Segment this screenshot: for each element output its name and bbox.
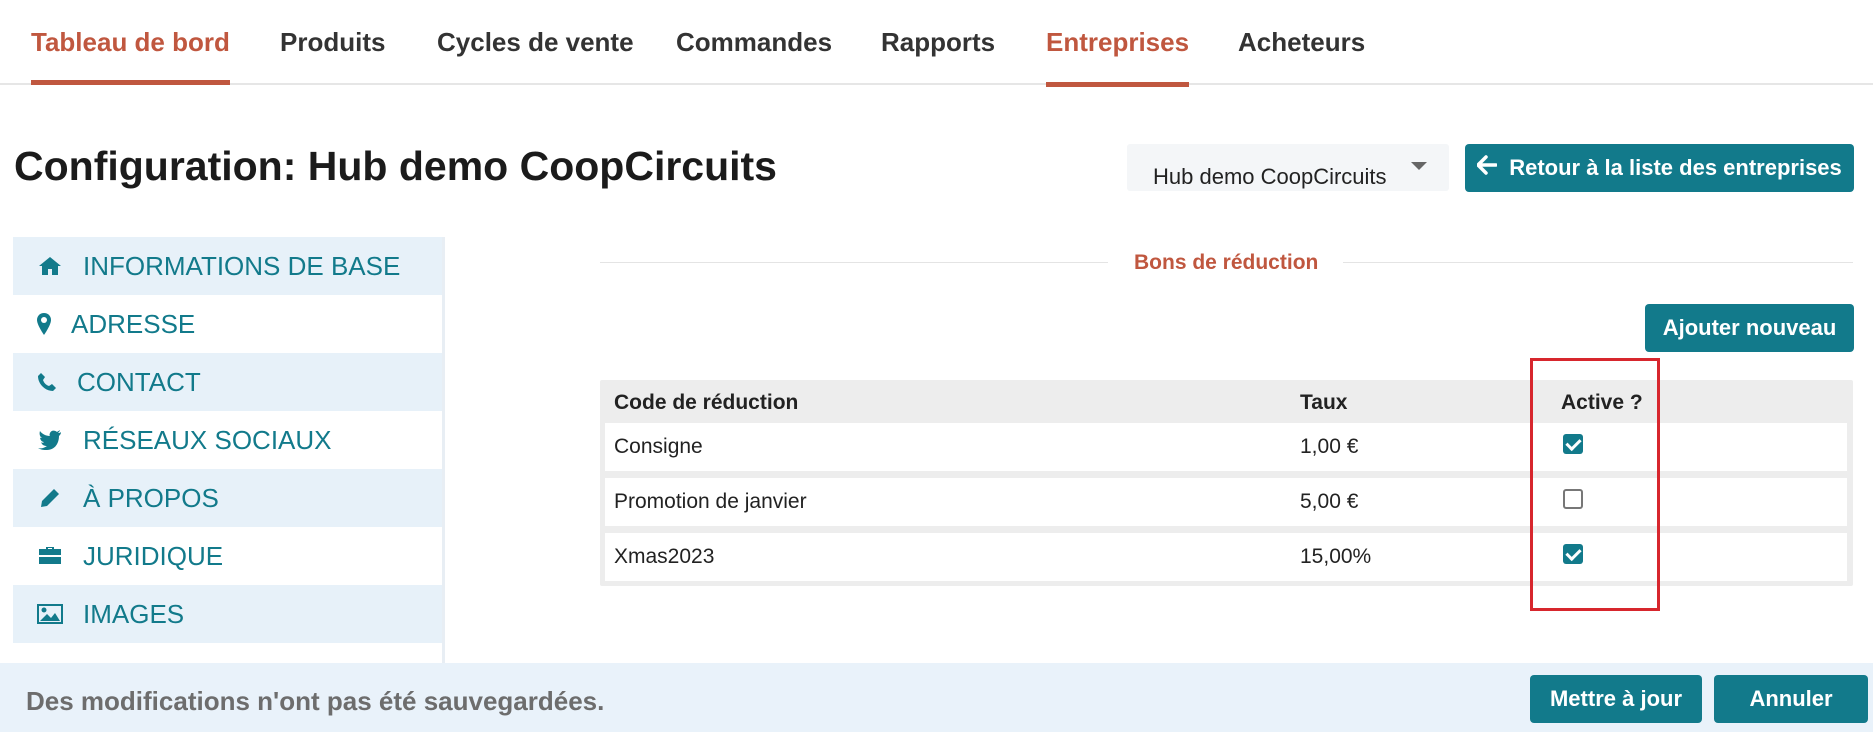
sidebar-item-a-propos[interactable]: À PROPOS bbox=[13, 469, 442, 527]
table-row: Promotion de janvier 5,00 € bbox=[605, 478, 1847, 526]
caret-down-icon bbox=[1411, 162, 1427, 170]
twitter-icon bbox=[37, 428, 63, 452]
voucher-rate: 5,00 € bbox=[1300, 490, 1359, 513]
top-navigation: Tableau de bord Produits Cycles de vente… bbox=[0, 0, 1873, 87]
nav-rapports[interactable]: Rapports bbox=[881, 27, 995, 85]
sidebar-item-label: JURIDIQUE bbox=[83, 540, 224, 571]
pencil-icon bbox=[37, 486, 63, 510]
sidebar-item-label: RÉSEAUX SOCIAUX bbox=[83, 424, 332, 455]
sidebar-item-label: À PROPOS bbox=[83, 482, 219, 513]
nav-entreprises[interactable]: Entreprises bbox=[1046, 27, 1190, 87]
nav-produits[interactable]: Produits bbox=[280, 27, 385, 85]
arrow-left-icon bbox=[1476, 154, 1498, 182]
nav-commandes[interactable]: Commandes bbox=[676, 27, 832, 85]
sidebar-item-label: ADRESSE bbox=[71, 308, 196, 339]
voucher-table: Code de réduction Taux Active ? Consigne… bbox=[600, 380, 1853, 586]
page-title: Configuration: Hub demo CoopCircuits bbox=[14, 143, 777, 189]
sidebar-item-images[interactable]: IMAGES bbox=[13, 585, 442, 643]
nav-tableau-de-bord[interactable]: Tableau de bord bbox=[31, 27, 230, 85]
sidebar-item-label: IMAGES bbox=[83, 598, 185, 629]
unsaved-changes-bar: Des modifications n'ont pas été sauvegar… bbox=[0, 663, 1873, 732]
nav-acheteurs[interactable]: Acheteurs bbox=[1238, 27, 1365, 85]
voucher-code: Consigne bbox=[614, 435, 703, 458]
sidebar-item-label: CONTACT bbox=[77, 366, 201, 397]
highlight-annotation-box bbox=[1530, 358, 1660, 611]
unsaved-changes-message: Des modifications n'ont pas été sauvegar… bbox=[26, 686, 605, 716]
back-button-label: Retour à la liste des entreprises bbox=[1509, 155, 1842, 180]
voucher-code: Promotion de janvier bbox=[614, 490, 807, 513]
map-marker-icon bbox=[37, 312, 51, 336]
table-row: Xmas2023 15,00% bbox=[605, 533, 1847, 581]
column-header-rate: Taux bbox=[1300, 391, 1348, 414]
sidebar-item-adresse[interactable]: ADRESSE bbox=[13, 295, 442, 353]
enterprise-select[interactable]: Hub demo CoopCircuits bbox=[1127, 144, 1449, 191]
nav-cycles-de-vente[interactable]: Cycles de vente bbox=[437, 27, 634, 85]
briefcase-icon bbox=[37, 544, 63, 568]
enterprise-select-value: Hub demo CoopCircuits bbox=[1153, 164, 1387, 189]
sidebar-item-contact[interactable]: CONTACT bbox=[13, 353, 442, 411]
section-divider-right bbox=[1343, 262, 1853, 263]
phone-icon bbox=[37, 370, 57, 394]
sidebar-item-reseaux-sociaux[interactable]: RÉSEAUX SOCIAUX bbox=[13, 411, 442, 469]
table-row: Consigne 1,00 € bbox=[605, 423, 1847, 471]
voucher-rate: 15,00% bbox=[1300, 545, 1372, 568]
voucher-rate: 1,00 € bbox=[1300, 435, 1359, 458]
back-to-enterprises-button[interactable]: Retour à la liste des entreprises bbox=[1465, 144, 1854, 192]
home-icon bbox=[37, 254, 63, 278]
voucher-code: Xmas2023 bbox=[614, 545, 715, 568]
add-voucher-button[interactable]: Ajouter nouveau bbox=[1645, 304, 1854, 352]
update-button[interactable]: Mettre à jour bbox=[1530, 675, 1702, 723]
column-header-code: Code de réduction bbox=[614, 391, 799, 414]
cancel-button[interactable]: Annuler bbox=[1714, 675, 1868, 723]
section-title: Bons de réduction bbox=[1134, 251, 1319, 274]
sidebar-item-informations-de-base[interactable]: INFORMATIONS DE BASE bbox=[13, 237, 442, 295]
settings-sidebar: INFORMATIONS DE BASE ADRESSE CONTACT RÉS… bbox=[13, 237, 445, 663]
image-icon bbox=[37, 602, 63, 626]
sidebar-item-label: INFORMATIONS DE BASE bbox=[83, 250, 401, 281]
sidebar-item-juridique[interactable]: JURIDIQUE bbox=[13, 527, 442, 585]
section-divider-left bbox=[600, 262, 1108, 263]
